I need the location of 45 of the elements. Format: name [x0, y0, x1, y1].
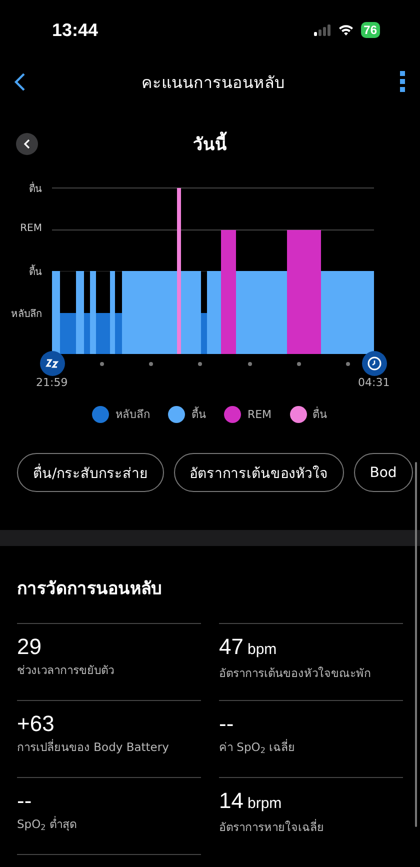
legend-label: REM: [247, 408, 272, 420]
page-title: คะแนนการนอนหลับ: [142, 72, 284, 94]
filter-chip[interactable]: Bod: [354, 453, 413, 492]
metric-label: ช่วงเวลาการขยับตัว: [17, 662, 115, 678]
time-tick-icon: [149, 362, 153, 366]
metric-label: SpO$_{2}$ ต่ำสุด: [17, 816, 78, 832]
filter-chip[interactable]: อัตราการเต้นของหัวใจ: [174, 453, 344, 492]
wifi-icon: [338, 24, 354, 36]
date-label: วันนี้: [56, 130, 364, 157]
time-tick-icon: [248, 362, 252, 366]
stage-label: ตื่น: [29, 181, 42, 196]
metric-label: อัตราการเต้นของหัวใจขณะพัก: [219, 665, 372, 681]
legend-label: ตื้น: [191, 406, 206, 423]
previous-day-button[interactable]: [16, 132, 38, 154]
metric-value: 47 bpm: [219, 634, 278, 661]
sleep-start-icon: [40, 351, 65, 376]
metric-value: 29: [17, 634, 42, 660]
start-time: 21:59: [36, 376, 68, 389]
more-icon: [400, 71, 406, 93]
filter-chip[interactable]: ตื่น/กระสับกระส่าย: [17, 453, 164, 492]
metric-value: 14 brpm: [219, 788, 283, 815]
legend-label: ตื่น: [312, 406, 328, 423]
stage-label: REM: [20, 223, 42, 234]
end-time: 04:31: [358, 376, 390, 389]
more-menu-button[interactable]: [398, 69, 408, 95]
chevron-left-icon: [23, 138, 31, 148]
wake-clock-icon: [362, 351, 387, 376]
time-tick-icon: [198, 362, 202, 366]
metric-value: +63: [17, 711, 56, 737]
legend-label: หลับลึก: [115, 407, 150, 423]
stage-label: ตื้น: [29, 264, 42, 279]
status-time: 13:44: [52, 20, 98, 40]
chevron-left-icon: [14, 72, 26, 92]
time-tick-icon: [346, 362, 350, 366]
battery-indicator: 76: [360, 22, 380, 38]
time-tick-icon: [297, 362, 301, 366]
metric-label: ค่า SpO$_{2}$ เฉลี่ย: [219, 739, 296, 755]
metric-value: --: [219, 711, 235, 737]
metric-label: การเปลี่ยนของ Body Battery: [17, 739, 170, 755]
section-title: การวัดการนอนหลับ: [17, 578, 163, 601]
time-tick-icon: [100, 362, 104, 366]
metric-label: อัตราการหายใจเฉลี่ย: [219, 819, 325, 835]
signal-icon: [314, 24, 331, 36]
metric-value: --: [17, 788, 33, 814]
stage-label: หลับลึก: [11, 308, 42, 321]
